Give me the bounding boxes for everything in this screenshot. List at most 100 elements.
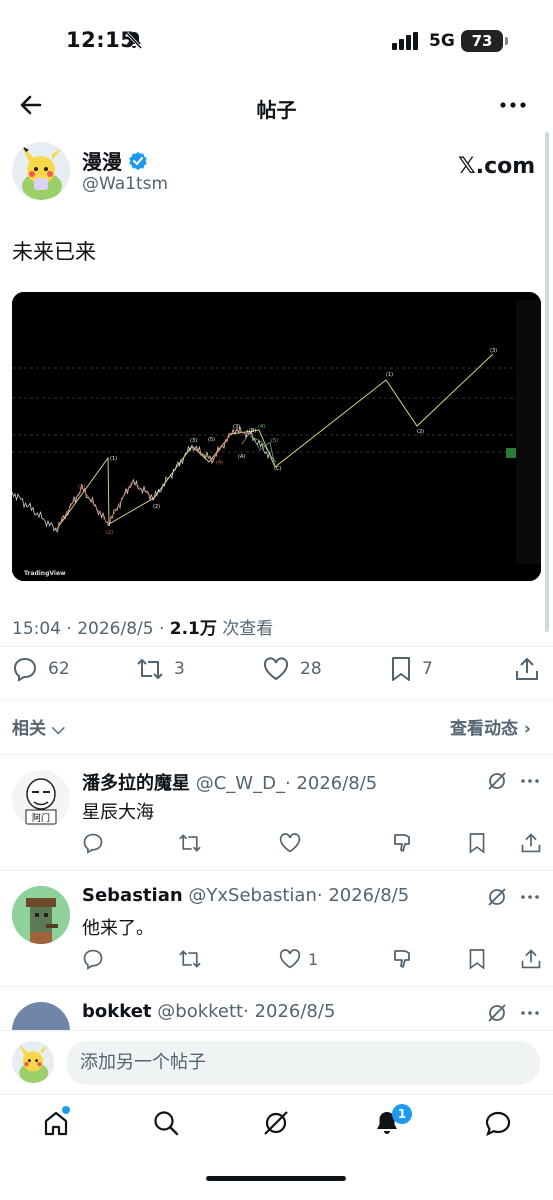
reply-icon[interactable] — [82, 948, 104, 970]
dislike-icon[interactable] — [392, 948, 414, 970]
reply-actions — [82, 832, 542, 858]
wave-label: (4) — [258, 424, 265, 430]
status-bar: 12:15 5G 73 — [0, 0, 553, 80]
grok-icon[interactable] — [486, 1002, 508, 1024]
reply-item[interactable]: bokket @bokkett· 2026/8/5 — [0, 988, 553, 1030]
bottom-tab-bar — [0, 1094, 553, 1160]
more-options-icon[interactable] — [520, 894, 540, 900]
repost-button[interactable]: 3 — [136, 656, 185, 682]
scrollbar[interactable] — [545, 132, 549, 632]
battery-indicator: 73 — [461, 30, 508, 52]
wave-label: (2) — [106, 530, 113, 536]
repost-count: 3 — [174, 659, 185, 679]
author-name-row[interactable]: 漫漫 — [82, 146, 148, 175]
reply-handle[interactable]: @YxSebastian — [188, 885, 316, 906]
reply-avatar[interactable] — [12, 1002, 70, 1030]
grok-icon[interactable] — [262, 1109, 290, 1137]
post-image[interactable]: (1) (2) (1) (2) (3) (4) (5) (3) (4) (5) (A) (B) (C) (… — [12, 292, 541, 581]
grok-icon[interactable] — [486, 886, 508, 908]
home-indicator — [206, 1176, 346, 1181]
wave-label: (1) — [386, 372, 393, 378]
wave-label: (4) — [216, 460, 223, 466]
reply-author-name[interactable]: Sebastian — [82, 885, 183, 906]
reply-author-name[interactable]: bokket — [82, 1001, 152, 1022]
more-options-icon[interactable] — [520, 1010, 540, 1016]
divider — [0, 646, 553, 647]
reply-author-name[interactable]: 潘多拉的魔星 — [82, 773, 190, 794]
view-activity-label: 查看动态 — [450, 719, 518, 739]
author-name[interactable]: 漫漫 — [82, 146, 122, 175]
like-count: 1 — [308, 949, 319, 969]
notification-badge: 1 — [392, 1104, 412, 1124]
like-button[interactable]: 1 — [278, 948, 318, 970]
wave-label: (5) — [271, 438, 278, 444]
share-icon[interactable] — [520, 832, 542, 854]
more-options-icon[interactable] — [520, 778, 540, 784]
more-options-icon[interactable] — [500, 98, 526, 112]
verified-badge-icon — [129, 151, 147, 170]
related-dropdown[interactable]: 相关 ⌵ — [12, 714, 65, 739]
bookmark-button[interactable]: 7 — [390, 656, 433, 682]
reply-header: 潘多拉的魔星 @C_W_D_· 2026/8/5 — [82, 769, 377, 795]
reply-icon[interactable] — [82, 832, 104, 854]
share-icon[interactable] — [520, 948, 542, 970]
author-avatar[interactable] — [12, 142, 70, 200]
bookmark-count: 7 — [422, 659, 433, 679]
wave-label: (1) — [110, 456, 117, 462]
page-title: 帖子 — [256, 98, 297, 122]
network-type: 5G — [429, 31, 455, 51]
divider — [0, 870, 553, 871]
reply-icon — [13, 657, 37, 682]
repost-icon[interactable] — [178, 948, 202, 970]
reply-handle[interactable]: @bokkett — [157, 1001, 243, 1022]
heart-icon — [279, 949, 301, 969]
related-label: 相关 — [12, 719, 46, 739]
view-count[interactable]: 2.1万 — [170, 619, 217, 639]
reply-avatar[interactable] — [12, 886, 70, 944]
wave-label: (B) — [249, 428, 256, 434]
share-icon[interactable] — [514, 656, 540, 682]
reply-handle[interactable]: @C_W_D_ — [196, 773, 285, 794]
reply-actions: 1 — [82, 948, 542, 974]
reply-button[interactable]: 62 — [12, 656, 70, 682]
tradingview-watermark: TradingView — [24, 570, 66, 577]
post-text: 未来已来 — [12, 240, 96, 264]
reply-item[interactable]: Sebastian @YxSebastian· 2026/8/5 他来了。 1 — [0, 872, 553, 986]
view-label: 次查看 — [216, 619, 274, 639]
wave-label: (2) — [417, 429, 424, 435]
signal-icon — [392, 32, 418, 50]
divider — [0, 754, 553, 755]
my-avatar[interactable] — [12, 1041, 54, 1083]
mute-bell-icon — [125, 31, 143, 50]
repost-icon[interactable] — [178, 832, 202, 854]
author-handle[interactable]: @Wa1tsm — [82, 174, 168, 194]
grok-icon[interactable] — [486, 770, 508, 792]
reply-date: · 2026/8/5 — [284, 773, 378, 794]
reply-text: 星辰大海 — [82, 802, 154, 823]
compose-input[interactable]: 添加另一个帖子 — [66, 1041, 540, 1085]
reply-header: Sebastian @YxSebastian· 2026/8/5 — [82, 885, 409, 906]
source-label: 𝕏.com — [458, 154, 536, 179]
reply-item[interactable]: 阿门 潘多拉的魔星 @C_W_D_· 2026/8/5 星辰大海 — [0, 756, 553, 870]
repost-icon — [137, 659, 163, 679]
search-icon[interactable] — [152, 1109, 180, 1137]
like-button[interactable]: 28 — [262, 656, 322, 682]
reply-count: 62 — [48, 659, 70, 679]
bookmark-icon — [392, 657, 410, 681]
dislike-icon[interactable] — [392, 832, 414, 854]
divider — [0, 700, 553, 701]
reply-avatar[interactable]: 阿门 — [12, 770, 70, 828]
reply-date: · 2026/8/5 — [243, 1001, 336, 1022]
bookmark-icon[interactable] — [468, 832, 486, 854]
heart-icon[interactable] — [278, 832, 302, 854]
wave-label: (3) — [190, 438, 197, 444]
wave-label: (C) — [274, 466, 281, 472]
bookmark-icon[interactable] — [468, 948, 486, 970]
wave-label: (A) — [238, 454, 245, 460]
view-activity-link[interactable]: 查看动态 › — [450, 714, 531, 739]
wave-label: (5) — [208, 437, 215, 443]
chart-image-svg: (1) (2) (1) (2) (3) (4) (5) (3) (4) (5) (A) (B) (C) (… — [12, 292, 541, 581]
post-timestamp: 15:04 · 2026/8/5 · — [12, 619, 170, 639]
messages-icon[interactable] — [484, 1109, 512, 1137]
wave-label: (3) — [233, 424, 240, 430]
